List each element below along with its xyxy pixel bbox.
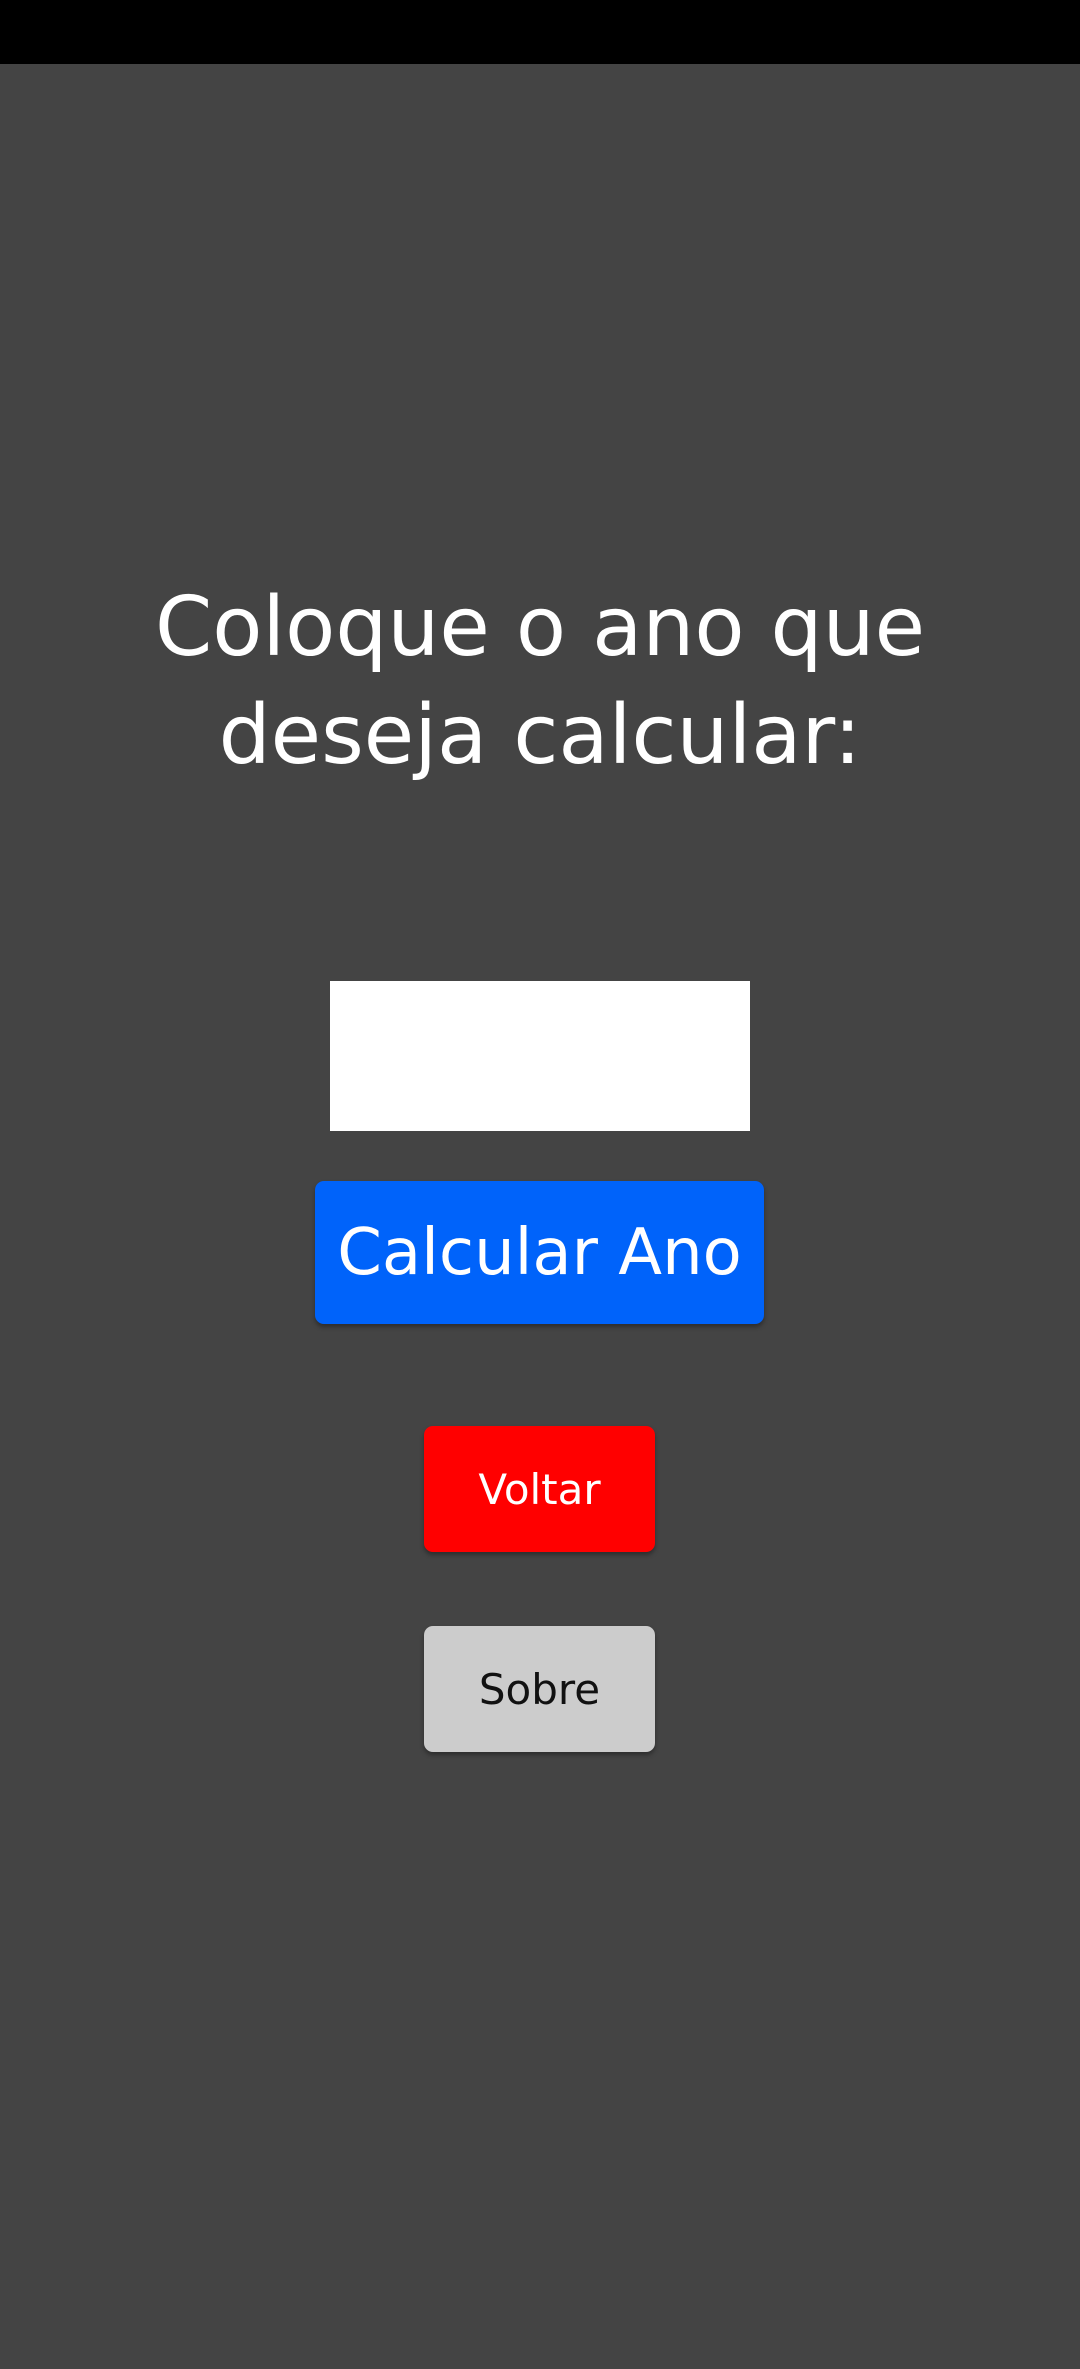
calculate-year-button[interactable]: Calcular Ano — [315, 1181, 764, 1324]
prompt-line-2: deseja calcular: — [218, 688, 862, 783]
prompt-heading: Coloque o ano que deseja calcular: — [0, 574, 1080, 790]
year-input[interactable] — [330, 981, 750, 1131]
status-bar — [0, 0, 1080, 64]
back-button[interactable]: Voltar — [424, 1426, 655, 1552]
about-button[interactable]: Sobre — [424, 1626, 655, 1752]
prompt-line-1: Coloque o ano que — [154, 580, 926, 675]
